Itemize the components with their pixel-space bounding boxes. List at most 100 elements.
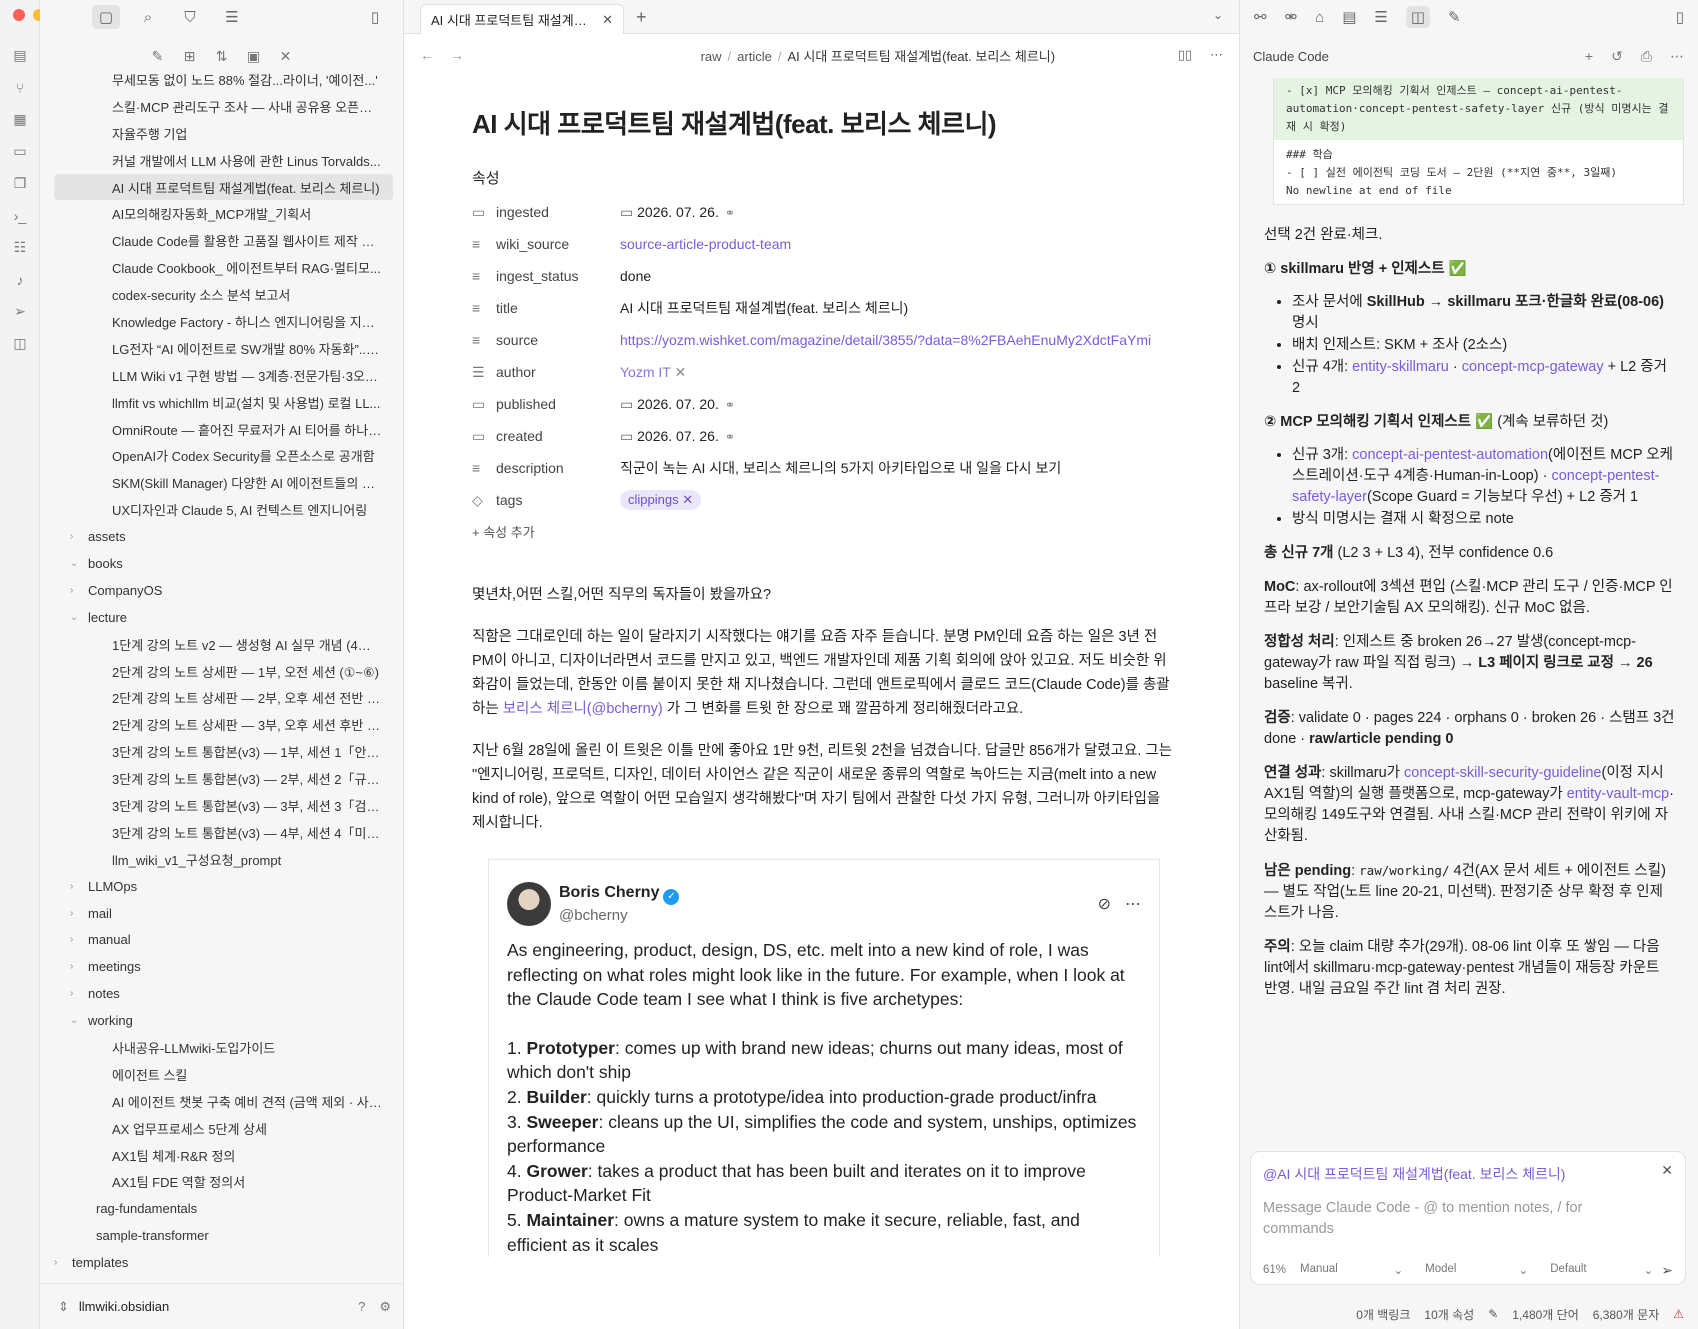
- mode-select[interactable]: Manual ⌄: [1300, 1263, 1411, 1277]
- property-row[interactable]: ≡ wiki_source source-article-product-team: [472, 228, 1174, 260]
- property-row[interactable]: ≡ title AI 시대 프로덕트팀 재설계법(feat. 보리스 체르니): [472, 292, 1174, 324]
- tree-folder[interactable]: ⌄ lecture: [40, 604, 403, 631]
- property-row[interactable]: ▭ created ▭ 2026. 07. 26. ⚭: [472, 420, 1174, 452]
- tree-folder[interactable]: › assets: [40, 523, 403, 550]
- tree-file[interactable]: llmfit vs whichllm 비교(설치 및 사용법) 로컬 LL...: [40, 389, 403, 416]
- property-key[interactable]: created: [496, 428, 620, 444]
- sync-status-icon[interactable]: ⚠: [1673, 1307, 1684, 1321]
- save-icon[interactable]: ⎙: [1641, 48, 1652, 65]
- more-options-icon[interactable]: ⋯: [1125, 894, 1141, 914]
- sidebar-toggle-icon[interactable]: ▯: [1676, 8, 1684, 26]
- remove-tag-icon[interactable]: ✕: [679, 492, 693, 507]
- auto-reveal-icon[interactable]: ▣: [245, 48, 263, 65]
- new-note-icon[interactable]: ✎: [149, 48, 167, 65]
- pencil-icon[interactable]: ✎: [1488, 1307, 1498, 1321]
- new-folder-icon[interactable]: ⊞: [181, 48, 199, 65]
- collapse-all-icon[interactable]: ✕: [277, 48, 295, 65]
- tree-file[interactable]: 2단계 강의 노트 상세판 — 1부, 오전 세션 (①~⑥): [40, 658, 403, 685]
- property-value[interactable]: ▭ 2026. 07. 26. ⚭: [620, 204, 1174, 221]
- tree-folder[interactable]: › notes: [40, 980, 403, 1007]
- hide-icon[interactable]: ⊘: [1098, 894, 1111, 914]
- tree-folder[interactable]: › meetings: [40, 953, 403, 980]
- back-arrow-icon[interactable]: ←: [420, 47, 434, 63]
- property-value[interactable]: source-article-product-team: [620, 236, 1174, 252]
- property-value[interactable]: AI 시대 프로덕트팀 재설계법(feat. 보리스 체르니): [620, 298, 1174, 318]
- bookmark-icon[interactable]: ⛉: [176, 5, 204, 29]
- property-row[interactable]: ▭ published ▭ 2026. 07. 20. ⚭: [472, 388, 1174, 420]
- tree-file[interactable]: rag-fundamentals: [40, 1195, 403, 1222]
- terminal-icon[interactable]: ›_: [11, 206, 29, 225]
- property-key[interactable]: ingested: [496, 204, 620, 220]
- property-value[interactable]: Yozm IT ✕: [620, 364, 1174, 381]
- property-value[interactable]: ▭ 2026. 07. 26. ⚭: [620, 428, 1174, 445]
- tree-file[interactable]: AI모의해킹자동화_MCP개발_기획서: [40, 200, 403, 227]
- tree-file[interactable]: Claude Code를 활용한 고품질 웹사이트 제작 과...: [40, 227, 403, 254]
- unlinked-icon[interactable]: ⚮: [1285, 8, 1298, 26]
- history-icon[interactable]: ↺: [1611, 48, 1623, 65]
- tree-folder[interactable]: › manual: [40, 927, 403, 954]
- close-window-button[interactable]: [13, 9, 25, 21]
- forward-arrow-icon[interactable]: →: [450, 47, 464, 63]
- tree-file[interactable]: 3단계 강의 노트 통합본(v3) — 1부, 세션 1「안전하...: [40, 738, 403, 765]
- property-key[interactable]: published: [496, 396, 620, 412]
- tree-file[interactable]: UX디자인과 Claude 5, AI 컨텍스트 엔지니어링: [40, 496, 403, 523]
- remove-author-icon[interactable]: ✕: [671, 364, 686, 380]
- link-icon[interactable]: ⚭: [725, 206, 735, 220]
- tree-file[interactable]: 무세모동 없이 노드 88% 절감...라이너, '예이전...': [40, 66, 403, 93]
- date-picker-icon[interactable]: ▭: [620, 428, 637, 444]
- tag-icon[interactable]: ⌂: [1315, 9, 1324, 26]
- layout-icon[interactable]: ☰: [218, 5, 246, 29]
- tree-folder[interactable]: ⌄ books: [40, 550, 403, 577]
- property-key[interactable]: ingest_status: [496, 268, 620, 284]
- chevron-down-icon[interactable]: ⌄: [1213, 8, 1223, 22]
- tree-file[interactable]: Knowledge Factory - 하니스 엔지니어링을 지식...: [40, 308, 403, 335]
- property-row[interactable]: ≡ description 직군이 녹는 AI 시대, 보리스 체르니의 5가지 아…: [472, 452, 1174, 484]
- close-icon[interactable]: ✕: [602, 12, 613, 28]
- property-row[interactable]: ≡ source https://yozm.wishket.com/magazine…: [472, 324, 1174, 356]
- send-icon[interactable]: ➢: [11, 302, 29, 321]
- tree-folder[interactable]: › templates: [40, 1249, 403, 1276]
- sort-icon[interactable]: ⇅: [213, 48, 231, 65]
- tree-file[interactable]: 커널 개발에서 LLM 사용에 관한 Linus Torvalds...: [40, 147, 403, 174]
- tree-file[interactable]: 3단계 강의 노트 통합본(v3) — 4부, 세션 4「미니 ...: [40, 819, 403, 846]
- tree-file[interactable]: OpenAI가 Codex Security를 오픈소스로 공개함: [40, 442, 403, 469]
- property-row[interactable]: ☰ author Yozm IT ✕: [472, 356, 1174, 388]
- graph-icon[interactable]: ⑂: [11, 78, 29, 97]
- breadcrumb-article[interactable]: article: [737, 49, 772, 64]
- bot-icon[interactable]: ◫: [11, 334, 29, 353]
- more-options-icon[interactable]: ⋯: [1670, 48, 1684, 65]
- tree-file[interactable]: 사내공유-LLMwiki-도입가이드: [40, 1034, 403, 1061]
- sidebar-toggle-icon[interactable]: ▯: [361, 5, 389, 29]
- tree-file[interactable]: AI 에이전트 챗봇 구축 예비 견적 (금액 제외 · 사양 ...: [40, 1088, 403, 1115]
- help-icon[interactable]: ?: [358, 1299, 365, 1315]
- property-value[interactable]: ▭ 2026. 07. 20. ⚭: [620, 396, 1174, 413]
- property-key[interactable]: description: [496, 460, 620, 476]
- outline-icon[interactable]: ☰: [1374, 8, 1387, 26]
- property-row[interactable]: ◇ tags clippings ✕: [472, 484, 1174, 516]
- property-value[interactable]: clippings ✕: [620, 490, 1174, 510]
- note-link[interactable]: concept-mcp-gateway: [1462, 359, 1604, 375]
- property-link[interactable]: https://yozm.wishket.com/magazine/detail…: [620, 332, 1151, 348]
- tree-file[interactable]: 2단계 강의 노트 상세판 — 2부, 오후 세션 전반 (⑥...: [40, 684, 403, 711]
- backlinks-count[interactable]: 0개 백링크: [1356, 1306, 1410, 1323]
- tree-file[interactable]: 에이전트 스킬: [40, 1061, 403, 1088]
- close-icon[interactable]: ✕: [1661, 1162, 1673, 1179]
- properties-heading[interactable]: 속성: [472, 167, 1174, 188]
- property-row[interactable]: ▭ ingested ▭ 2026. 07. 26. ⚭: [472, 196, 1174, 228]
- add-property-button[interactable]: + 속성 추가: [472, 522, 1174, 541]
- tree-folder[interactable]: ⌄ working: [40, 1007, 403, 1034]
- grid-icon[interactable]: ▦: [11, 110, 29, 129]
- reading-view-icon[interactable]: ▯▯: [1178, 47, 1192, 63]
- tree-folder[interactable]: › mail: [40, 900, 403, 927]
- note-link[interactable]: entity-vault-mcp: [1567, 786, 1669, 802]
- link-icon[interactable]: ⚭: [725, 430, 735, 444]
- edit-icon[interactable]: ✎: [1448, 8, 1461, 26]
- new-chat-icon[interactable]: +: [1585, 48, 1593, 65]
- vault-switcher[interactable]: ⇕ llmwiki.obsidian ? ⚙: [40, 1283, 403, 1329]
- tab-current-note[interactable]: AI 시대 프로덕트팀 재설계법(... ✕: [420, 4, 624, 34]
- folder-icon[interactable]: ▢: [92, 5, 120, 29]
- property-key[interactable]: author: [496, 364, 620, 380]
- tree-file[interactable]: AX1팀 FDE 역할 정의서: [40, 1169, 403, 1196]
- copy-icon[interactable]: ❐: [11, 174, 29, 193]
- property-value[interactable]: https://yozm.wishket.com/magazine/detail…: [620, 332, 1174, 348]
